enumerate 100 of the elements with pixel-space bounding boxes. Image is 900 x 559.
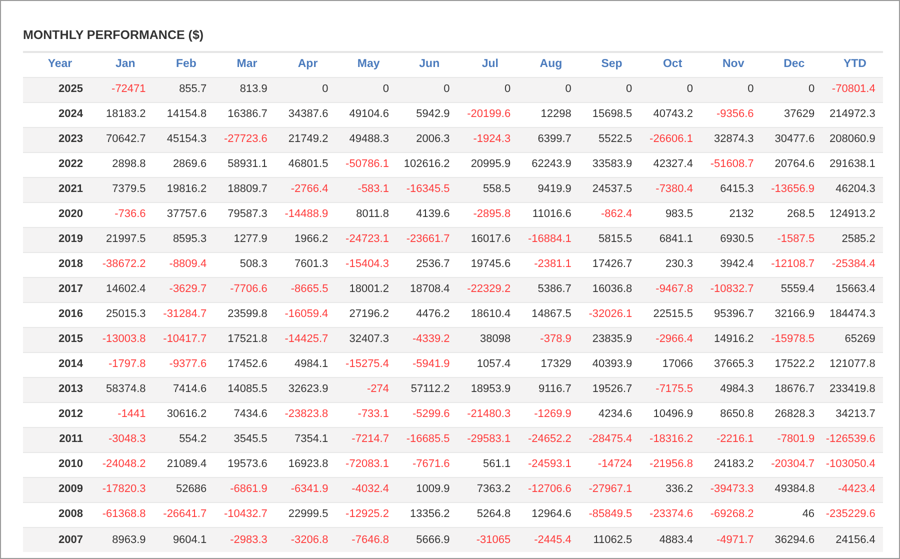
- table-cell: 2585.2: [822, 227, 884, 252]
- table-cell: 19526.7: [579, 377, 640, 402]
- table-cell: -12925.2: [336, 502, 397, 527]
- table-cell: 33583.9: [579, 152, 640, 177]
- table-cell: -3048.3: [93, 427, 154, 452]
- table-cell: -14724: [579, 452, 640, 477]
- table-cell: 4139.6: [396, 202, 458, 227]
- table-cell: -13003.8: [93, 327, 154, 352]
- table-cell: -8809.4: [154, 252, 215, 277]
- table-cell: 23599.8: [214, 302, 276, 327]
- table-cell: 12964.6: [518, 502, 580, 527]
- table-cell: -862.4: [579, 202, 640, 227]
- table-cell: -13656.9: [762, 177, 823, 202]
- table-cell: 32407.3: [336, 327, 397, 352]
- table-cell: 18708.4: [396, 277, 458, 302]
- table-cell: -61368.8: [93, 502, 154, 527]
- table-cell: -85849.5: [579, 502, 640, 527]
- table-cell: 19816.2: [154, 177, 215, 202]
- table-cell: -69268.2: [700, 502, 762, 527]
- table-cell: -2216.1: [700, 427, 762, 452]
- table-cell: 10496.9: [640, 402, 701, 427]
- table-cell: 983.5: [640, 202, 701, 227]
- table-cell: 13356.2: [396, 502, 458, 527]
- table-cell: 24183.2: [700, 452, 762, 477]
- table-cell: -1269.9: [518, 402, 580, 427]
- table-cell: 4984.3: [700, 377, 762, 402]
- year-cell: 2024: [23, 102, 93, 127]
- table-cell: -1587.5: [762, 227, 823, 252]
- table-cell: -2895.8: [458, 202, 519, 227]
- table-cell: 42327.4: [640, 152, 701, 177]
- table-cell: -22329.2: [458, 277, 519, 302]
- table-cell: 14085.5: [214, 377, 276, 402]
- table-cell: 208060.9: [822, 127, 884, 152]
- table-cell: 102616.2: [396, 152, 458, 177]
- table-cell: -32026.1: [579, 302, 640, 327]
- table-cell: -16059.4: [275, 302, 336, 327]
- table-cell: 30477.6: [762, 127, 823, 152]
- table-cell: 0: [336, 77, 397, 102]
- year-cell: 2007: [23, 527, 93, 552]
- table-cell: -2381.1: [518, 252, 580, 277]
- table-cell: -9356.6: [700, 102, 762, 127]
- table-cell: 3545.5: [214, 427, 276, 452]
- table-cell: -16685.5: [396, 427, 458, 452]
- table-cell: 1057.4: [458, 352, 519, 377]
- table-cell: 4883.4: [640, 527, 701, 552]
- table-cell: 5666.9: [396, 527, 458, 552]
- table-cell: -10432.7: [214, 502, 276, 527]
- table-cell: 18953.9: [458, 377, 519, 402]
- column-header: Jun: [396, 52, 458, 77]
- section-title: MONTHLY PERFORMANCE ($): [23, 27, 205, 43]
- table-cell: 5386.7: [518, 277, 580, 302]
- table-cell: -70801.4: [822, 77, 884, 102]
- table-cell: -27967.1: [579, 477, 640, 502]
- column-header: YTD: [822, 52, 884, 77]
- table-cell: -4032.4: [336, 477, 397, 502]
- table-cell: 214972.3: [822, 102, 884, 127]
- table-cell: -31284.7: [154, 302, 215, 327]
- column-header: Feb: [154, 52, 215, 77]
- table-cell: 11062.5: [579, 527, 640, 552]
- table-cell: 19745.6: [458, 252, 519, 277]
- table-cell: -3206.8: [275, 527, 336, 552]
- table-cell: 6841.1: [640, 227, 701, 252]
- table-cell: 2132: [700, 202, 762, 227]
- table-cell: 95396.7: [700, 302, 762, 327]
- table-cell: -7801.9: [762, 427, 823, 452]
- table-cell: 5815.5: [579, 227, 640, 252]
- table-cell: 34387.6: [275, 102, 336, 127]
- year-cell: 2023: [23, 127, 93, 152]
- year-cell: 2012: [23, 402, 93, 427]
- table-cell: 27196.2: [336, 302, 397, 327]
- table-cell: -27723.6: [214, 127, 276, 152]
- table-cell: 0: [275, 77, 336, 102]
- table-cell: 26828.3: [762, 402, 823, 427]
- table-cell: -20199.6: [458, 102, 519, 127]
- table-cell: 4476.2: [396, 302, 458, 327]
- table-cell: -24652.2: [518, 427, 580, 452]
- table-cell: -3629.7: [154, 277, 215, 302]
- table-cell: -72471: [93, 77, 154, 102]
- table-cell: -9377.6: [154, 352, 215, 377]
- year-cell: 2025: [23, 77, 93, 102]
- table-cell: -14488.9: [275, 202, 336, 227]
- table-cell: 2869.6: [154, 152, 215, 177]
- table-cell: 1009.9: [396, 477, 458, 502]
- table-cell: 9604.1: [154, 527, 215, 552]
- table-cell: 32166.9: [762, 302, 823, 327]
- table-cell: 70642.7: [93, 127, 154, 152]
- table-cell: 1966.2: [275, 227, 336, 252]
- table-cell: -23661.7: [396, 227, 458, 252]
- table-cell: -10417.7: [154, 327, 215, 352]
- table-cell: -15275.4: [336, 352, 397, 377]
- table-cell: -29583.1: [458, 427, 519, 452]
- table-cell: 18001.2: [336, 277, 397, 302]
- table-cell: 561.1: [458, 452, 519, 477]
- table-cell: -26606.1: [640, 127, 701, 152]
- table-cell: -274: [336, 377, 397, 402]
- table-cell: -51608.7: [700, 152, 762, 177]
- table-cell: 8650.8: [700, 402, 762, 427]
- table-cell: 20764.6: [762, 152, 823, 177]
- table-cell: 40743.2: [640, 102, 701, 127]
- year-cell: 2017: [23, 277, 93, 302]
